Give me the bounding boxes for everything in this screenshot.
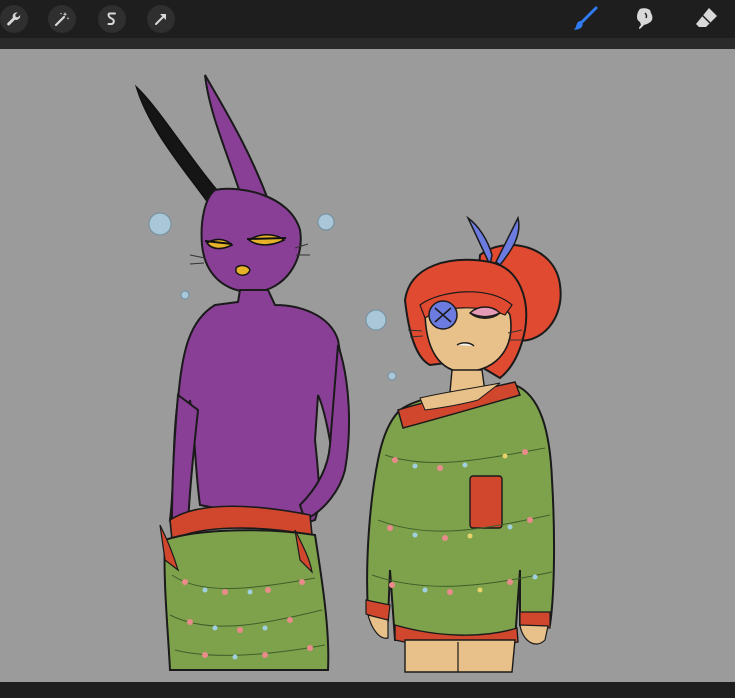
wrench-icon (5, 10, 23, 28)
bottom-bar (0, 682, 735, 698)
paint-button[interactable] (571, 5, 599, 33)
brush-icon (571, 5, 599, 33)
adjustments-button[interactable] (48, 5, 76, 33)
toolbar-shadow-strip (0, 38, 735, 49)
girl-character (365, 215, 562, 673)
selection-button[interactable] (98, 5, 126, 33)
transform-button[interactable] (147, 5, 175, 33)
selection-icon (103, 10, 121, 28)
rabbit-character (134, 74, 350, 671)
smudge-icon (631, 5, 659, 33)
arrow-cursor-icon (152, 10, 170, 28)
smudge-button[interactable] (631, 5, 659, 33)
erase-button[interactable] (692, 5, 720, 33)
eraser-icon (692, 5, 720, 33)
actions-button[interactable] (0, 5, 28, 33)
drawing-canvas[interactable] (0, 49, 735, 682)
magic-wand-icon (53, 10, 71, 28)
artwork (134, 74, 562, 673)
top-toolbar (0, 0, 735, 38)
